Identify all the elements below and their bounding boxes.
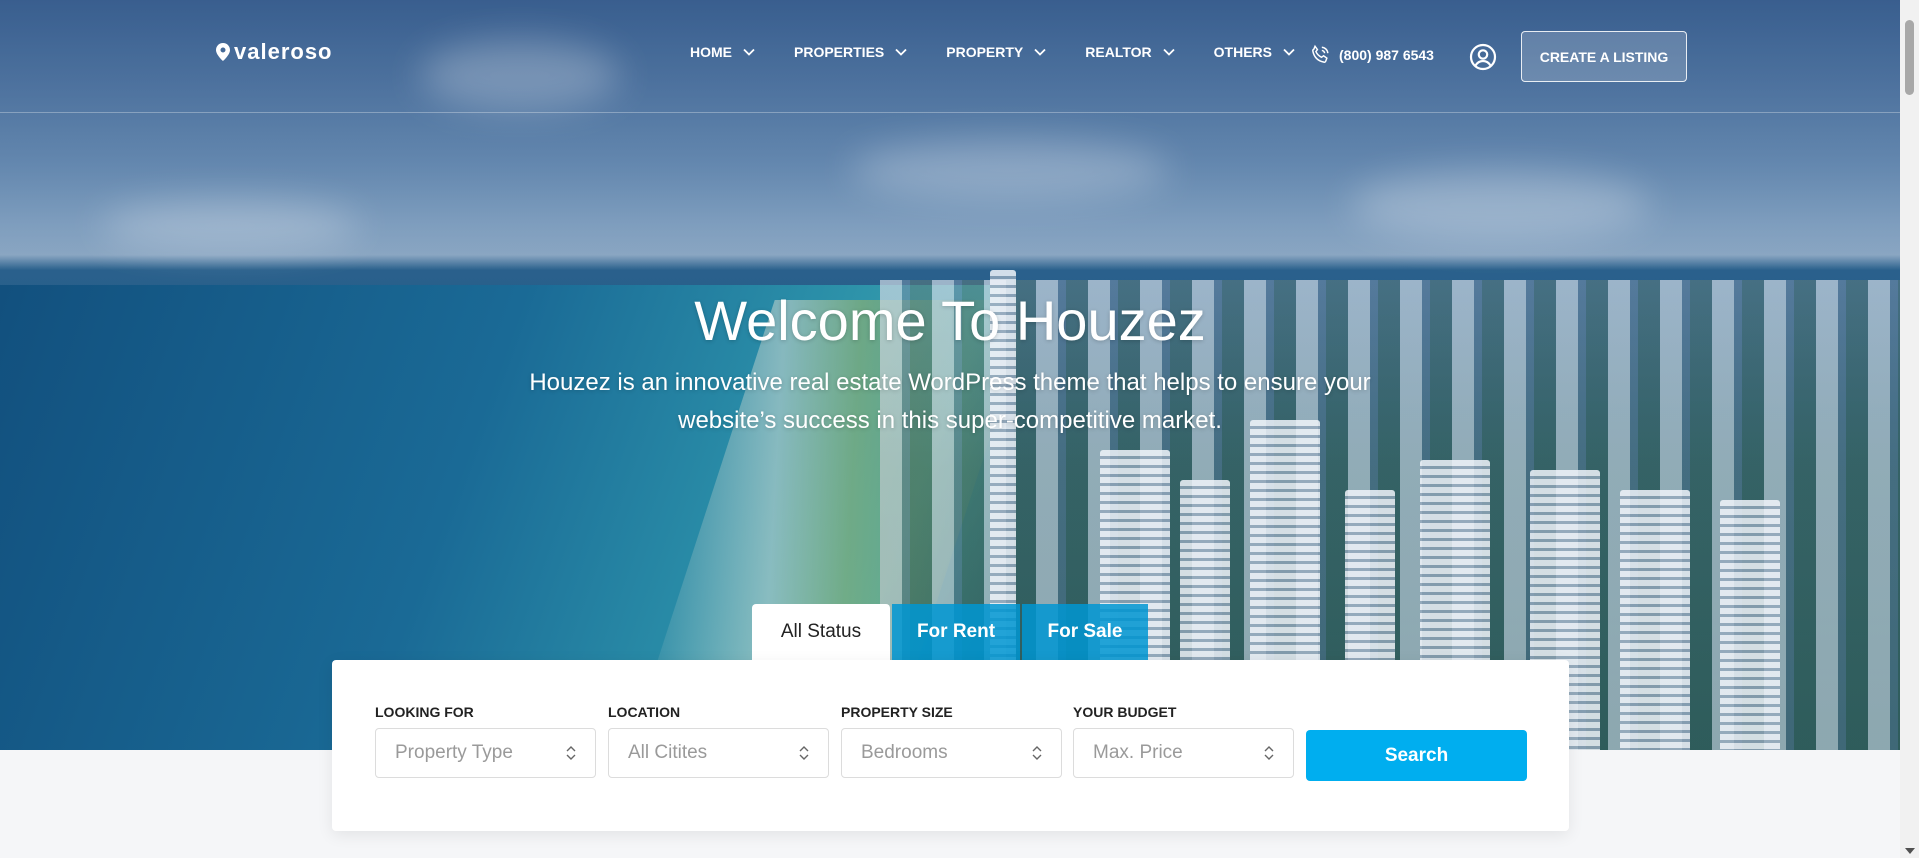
nav-item-property[interactable]: PROPERTY	[946, 44, 1047, 60]
nav-item-label: PROPERTIES	[794, 44, 885, 60]
chevron-down-icon	[895, 48, 907, 56]
location-select[interactable]: All Citites	[608, 728, 829, 778]
user-account-icon[interactable]	[1469, 43, 1497, 71]
nav-item-label: OTHERS	[1213, 44, 1272, 60]
phone-number: (800) 987 6543	[1339, 47, 1434, 63]
chevron-down-icon	[1034, 48, 1046, 56]
logo-text: valeroso	[234, 39, 333, 64]
location-field: LOCATION All Citites	[608, 704, 829, 778]
search-button[interactable]: Search	[1306, 730, 1527, 781]
status-tabs: All Status For Rent For Sale	[752, 604, 1150, 660]
nav-item-label: HOME	[690, 44, 732, 60]
nav-item-others[interactable]: OTHERS	[1214, 44, 1296, 60]
scrollbar[interactable]	[1900, 0, 1919, 858]
hero-title: Welcome To Houzez	[694, 289, 1206, 352]
tab-for-rent[interactable]: For Rent	[892, 604, 1020, 660]
updown-arrows-icon	[1032, 746, 1042, 760]
phone-link[interactable]: (800) 987 6543	[1309, 44, 1434, 66]
updown-arrows-icon	[799, 746, 809, 760]
nav-item-properties[interactable]: PROPERTIES	[794, 44, 908, 60]
chevron-down-icon	[1283, 48, 1295, 56]
logo[interactable]: valeroso	[216, 38, 333, 66]
field-label: YOUR BUDGET	[1073, 704, 1177, 720]
bedrooms-select[interactable]: Bedrooms	[841, 728, 1062, 778]
select-placeholder: Max. Price	[1093, 742, 1183, 763]
tab-for-sale[interactable]: For Sale	[1022, 604, 1148, 660]
main-nav: HOME PROPERTIES PROPERTY REALTOR OTHERS	[690, 44, 1296, 60]
nav-item-label: PROPERTY	[946, 44, 1024, 60]
nav-item-label: REALTOR	[1085, 44, 1152, 60]
field-label: PROPERTY SIZE	[841, 704, 953, 720]
select-placeholder: Bedrooms	[861, 742, 948, 763]
scroll-down-arrow-icon[interactable]	[1905, 848, 1915, 854]
phone-icon	[1312, 44, 1329, 63]
chevron-down-icon	[743, 48, 755, 56]
select-placeholder: All Citites	[628, 742, 708, 763]
field-label: LOCATION	[608, 704, 681, 720]
property-size-field: PROPERTY SIZE Bedrooms	[841, 704, 1062, 778]
search-panel: LOOKING FOR Property Type LOCATION All C…	[332, 660, 1569, 831]
field-label: LOOKING FOR	[375, 704, 474, 720]
nav-item-realtor[interactable]: REALTOR	[1085, 44, 1175, 60]
site-header: valeroso HOME PROPERTIES PROPERTY REALTO…	[0, 0, 1900, 113]
create-listing-button[interactable]: CREATE A LISTING	[1521, 31, 1687, 82]
looking-for-field: LOOKING FOR Property Type	[375, 704, 596, 778]
max-price-select[interactable]: Max. Price	[1073, 728, 1294, 778]
scrollbar-thumb[interactable]	[1905, 20, 1914, 95]
property-type-select[interactable]: Property Type	[375, 728, 596, 778]
budget-field: YOUR BUDGET Max. Price	[1073, 704, 1294, 778]
nav-item-home[interactable]: HOME	[690, 44, 756, 60]
updown-arrows-icon	[1264, 746, 1274, 760]
updown-arrows-icon	[566, 746, 576, 760]
hero-subtitle: Houzez is an innovative real estate Word…	[529, 369, 1371, 434]
chevron-down-icon	[1163, 48, 1175, 56]
select-placeholder: Property Type	[395, 742, 513, 763]
location-pin-icon	[216, 43, 230, 61]
tab-all-status[interactable]: All Status	[752, 604, 890, 660]
